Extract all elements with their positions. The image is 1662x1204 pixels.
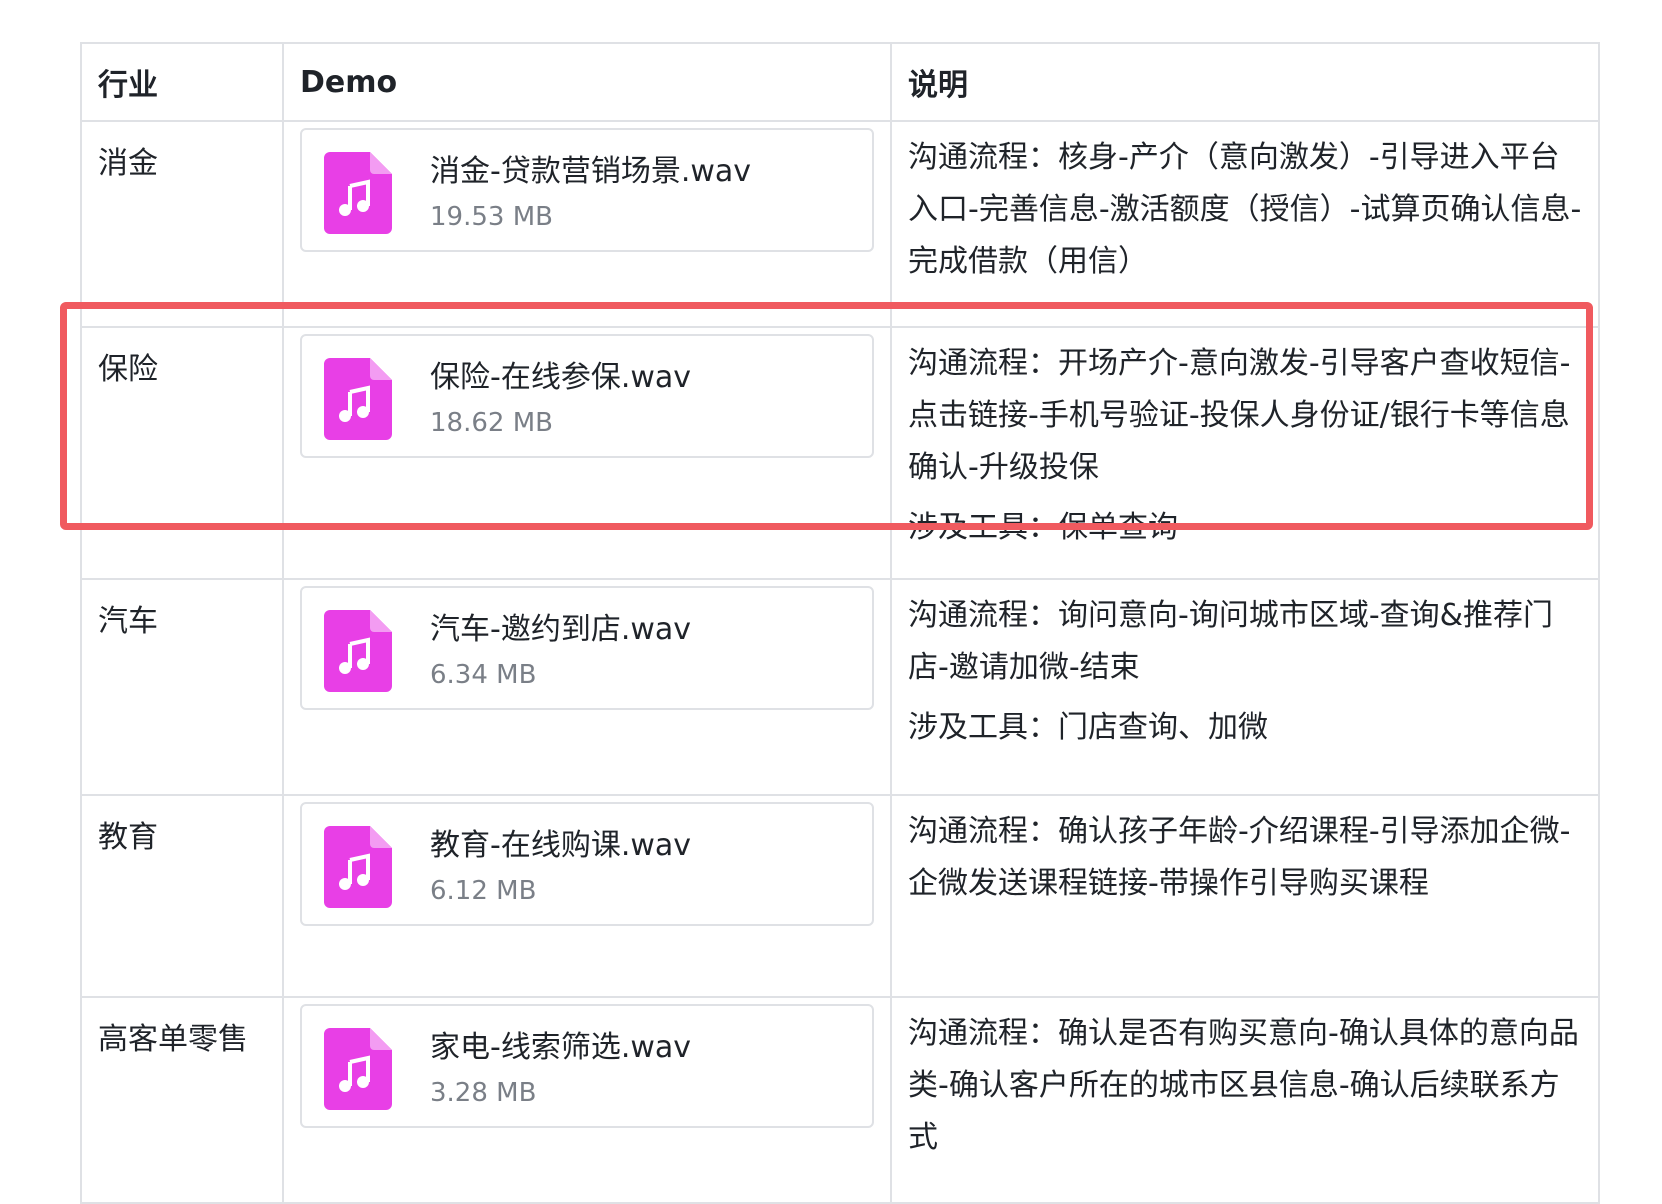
industry-cell: 高客单零售 [80, 996, 284, 1204]
table-row: 消金 消金-贷款营销场景.wav 19.53 MB 沟通流程：核身-产介（意向激… [80, 120, 1600, 328]
industry-cell: 保险 [80, 326, 284, 580]
file-size: 3.28 MB [430, 1078, 537, 1108]
table-row: 汽车 汽车-邀约到店.wav 6.34 MB 沟通流程：询问意向-询问城市区域-… [80, 578, 1600, 796]
music-file-icon [324, 826, 392, 908]
description-cell: 沟通流程：确认是否有购买意向-确认具体的意向品类-确认客户所在的城市区县信息-确… [890, 996, 1600, 1204]
music-file-icon [324, 610, 392, 692]
process-text: 沟通流程：询问意向-询问城市区域-查询&推荐门店-邀请加微-结束 [908, 598, 1554, 685]
table-row: 教育 教育-在线购课.wav 6.12 MB 沟通流程：确认孩子年龄-介绍课程-… [80, 794, 1600, 998]
music-file-icon [324, 1028, 392, 1110]
file-name: 汽车-邀约到店.wav [430, 612, 692, 647]
description-cell: 沟通流程：核身-产介（意向激发）-引导进入平台入口-完善信息-激活额度（授信）-… [890, 120, 1600, 328]
header-description: 说明 [890, 42, 1600, 122]
table-row: 保险 保险-在线参保.wav 18.62 MB 沟通流程：开场产介-意向激发-引… [80, 326, 1600, 580]
process-text: 沟通流程：确认是否有购买意向-确认具体的意向品类-确认客户所在的城市区县信息-确… [908, 1016, 1579, 1155]
header-demo: Demo [282, 42, 892, 122]
header-industry: 行业 [80, 42, 284, 122]
file-attachment[interactable]: 教育-在线购课.wav 6.12 MB [300, 802, 874, 926]
file-attachment[interactable]: 汽车-邀约到店.wav 6.34 MB [300, 586, 874, 710]
demo-table: 行业 Demo 说明 消金 消金-贷款营销场景.wav 19.53 MB 沟通流… [80, 42, 1600, 1204]
file-name: 消金-贷款营销场景.wav [430, 154, 752, 189]
process-text: 沟通流程：确认孩子年龄-介绍课程-引导添加企微-企微发送课程链接-带操作引导购买… [908, 814, 1571, 901]
demo-cell: 消金-贷款营销场景.wav 19.53 MB [282, 120, 892, 328]
table-row: 高客单零售 家电-线索筛选.wav 3.28 MB 沟通流程：确认是否有购买意向… [80, 996, 1600, 1204]
industry-cell: 汽车 [80, 578, 284, 796]
file-size: 6.12 MB [430, 876, 537, 906]
description-cell: 沟通流程：询问意向-询问城市区域-查询&推荐门店-邀请加微-结束 涉及工具：门店… [890, 578, 1600, 796]
demo-cell: 汽车-邀约到店.wav 6.34 MB [282, 578, 892, 796]
music-file-icon [324, 152, 392, 234]
process-text: 沟通流程：核身-产介（意向激发）-引导进入平台入口-完善信息-激活额度（授信）-… [908, 140, 1582, 279]
table-header-row: 行业 Demo 说明 [80, 42, 1600, 122]
tools-text: 涉及工具：门店查询、加微 [908, 710, 1268, 745]
industry-cell: 教育 [80, 794, 284, 998]
description-cell: 沟通流程：确认孩子年龄-介绍课程-引导添加企微-企微发送课程链接-带操作引导购买… [890, 794, 1600, 998]
music-file-icon [324, 358, 392, 440]
file-attachment[interactable]: 消金-贷款营销场景.wav 19.53 MB [300, 128, 874, 252]
demo-cell: 教育-在线购课.wav 6.12 MB [282, 794, 892, 998]
file-size: 18.62 MB [430, 408, 553, 438]
file-name: 保险-在线参保.wav [430, 360, 692, 395]
process-text: 沟通流程：开场产介-意向激发-引导客户查收短信-点击链接-手机号验证-投保人身份… [908, 346, 1571, 485]
file-attachment[interactable]: 家电-线索筛选.wav 3.28 MB [300, 1004, 874, 1128]
industry-cell: 消金 [80, 120, 284, 328]
file-name: 家电-线索筛选.wav [430, 1030, 692, 1065]
demo-cell: 保险-在线参保.wav 18.62 MB [282, 326, 892, 580]
file-size: 19.53 MB [430, 202, 553, 232]
file-size: 6.34 MB [430, 660, 537, 690]
file-name: 教育-在线购课.wav [430, 828, 692, 863]
demo-cell: 家电-线索筛选.wav 3.28 MB [282, 996, 892, 1204]
file-attachment[interactable]: 保险-在线参保.wav 18.62 MB [300, 334, 874, 458]
tools-text: 涉及工具：保单查询 [908, 510, 1178, 545]
description-cell: 沟通流程：开场产介-意向激发-引导客户查收短信-点击链接-手机号验证-投保人身份… [890, 326, 1600, 580]
